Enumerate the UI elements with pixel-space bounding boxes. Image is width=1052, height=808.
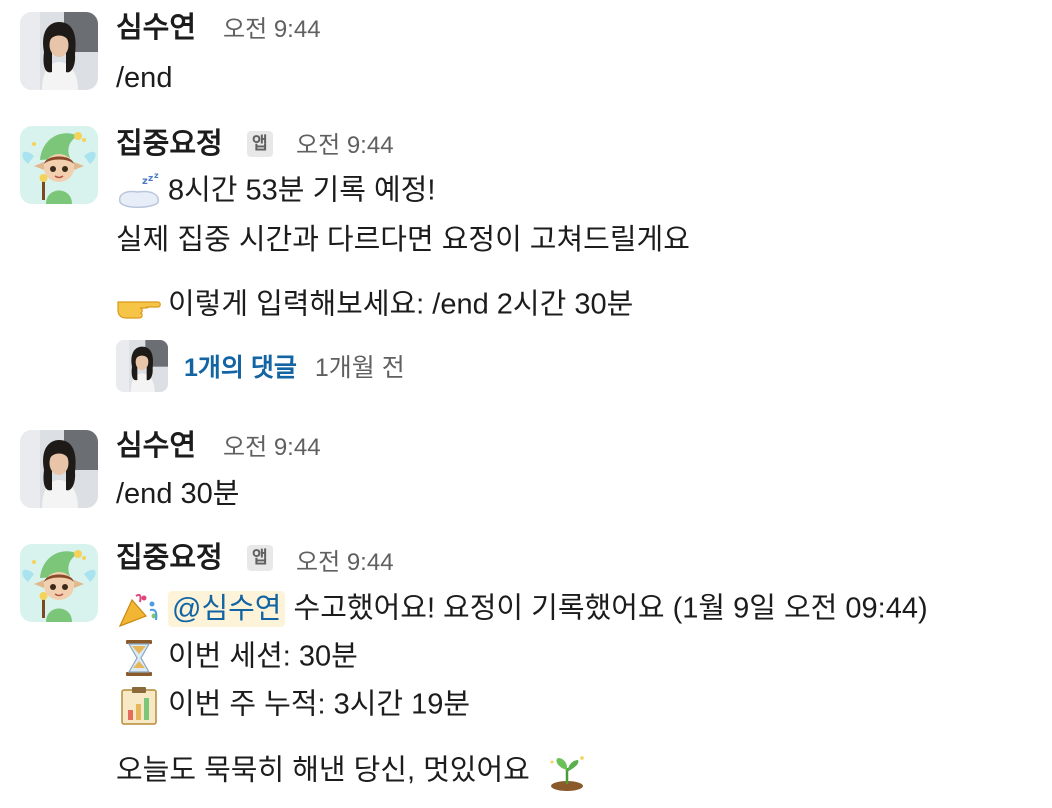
seedling-icon (544, 752, 590, 792)
sender-name[interactable]: 심수연 (116, 10, 196, 46)
message-line: 이번 주 누적: 3시간 19분 (116, 686, 470, 726)
message-text: /end (116, 62, 173, 94)
message-line: 이렇게 입력해보세요: /end 2시간 30분 (116, 286, 633, 326)
party-popper-icon (116, 590, 162, 630)
timestamp[interactable]: 오전 9:44 (223, 12, 321, 48)
message-text: 이렇게 입력해보세요: /end 2시간 30분 (168, 288, 634, 321)
sender-name[interactable]: 집중요정 (116, 540, 223, 576)
app-badge: 앱 (247, 131, 273, 157)
timestamp[interactable]: 오전 9:44 (223, 430, 321, 466)
sender-name[interactable]: 심수연 (116, 428, 196, 464)
bar-chart-icon (116, 686, 162, 726)
sleeping-pillow-icon: z z z (116, 171, 162, 212)
timestamp[interactable]: 오전 9:44 (296, 545, 394, 581)
message-line: 이번 세션: 30분 (116, 638, 358, 678)
pointing-right-icon (116, 286, 162, 326)
message-text: 수고했어요! 요정이 기록했어요 (1월 9일 오전 09:44) (293, 592, 928, 625)
message-text: 이번 세션: 30분 (168, 640, 358, 673)
avatar[interactable] (20, 126, 98, 204)
user-mention[interactable]: @심수연 (168, 590, 286, 627)
svg-text:z: z (154, 172, 159, 180)
message-text: 8시간 53분 기록 예정! (168, 174, 436, 207)
message-line: z z z 8시간 53분 기록 예정! (116, 171, 436, 212)
thread-reply-count-link[interactable]: 1개의 댓글 (184, 348, 297, 384)
message-line: @심수연 수고했어요! 요정이 기록했어요 (1월 9일 오전 09:44) (116, 590, 928, 630)
hourglass-icon (116, 638, 162, 678)
message-text: /end 30분 (116, 478, 240, 510)
message-text: 오늘도 묵묵히 해낸 당신, 멋있어요 (116, 754, 530, 787)
avatar[interactable] (20, 544, 98, 622)
sender-name[interactable]: 집중요정 (116, 126, 223, 162)
svg-text:z: z (148, 174, 153, 184)
timestamp[interactable]: 오전 9:44 (296, 128, 394, 164)
thread-reply-avatar (116, 340, 168, 392)
message-text: 이번 주 누적: 3시간 19분 (168, 688, 471, 721)
thread-summary[interactable]: 1개의 댓글 1개월 전 (116, 340, 405, 392)
message-line: 오늘도 묵묵히 해낸 당신, 멋있어요 (116, 752, 596, 792)
avatar[interactable] (20, 430, 98, 508)
message-text: 실제 집중 시간과 다르다면 요정이 고쳐드릴게요 (116, 224, 690, 256)
thread-last-reply-time: 1개월 전 (314, 354, 405, 382)
avatar[interactable] (20, 12, 98, 90)
app-badge: 앱 (247, 545, 273, 571)
